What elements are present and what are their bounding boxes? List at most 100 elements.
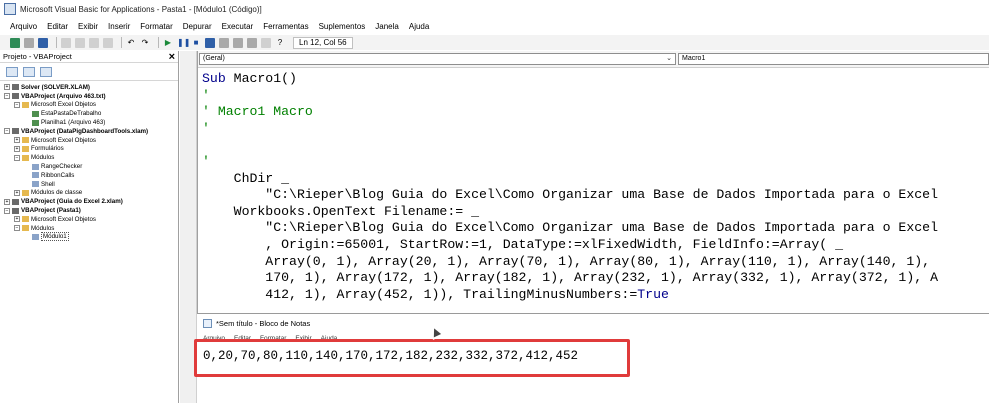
menu-item[interactable]: Arquivo [10, 22, 37, 31]
collapse-icon[interactable]: − [4, 93, 10, 100]
code-comment: ' [202, 120, 210, 136]
toolbox-icon[interactable] [261, 37, 271, 48]
menu-item[interactable]: Ajuda [409, 22, 429, 31]
expand-icon[interactable]: + [14, 137, 20, 144]
code-token: 170, 1), Array(172, 1), Array(182, 1), A… [202, 270, 938, 286]
reset-icon[interactable]: ■ [191, 38, 201, 48]
object-dropdown[interactable]: (Geral) ⌄ [199, 53, 676, 65]
collapse-icon[interactable]: − [4, 207, 10, 214]
tree-node[interactable]: + Módulos de classe [0, 189, 178, 198]
cut-icon[interactable] [61, 37, 71, 48]
code-token: "C:\Rieper\Blog Guia do Excel\Como Organ… [202, 220, 938, 236]
tree-node-label: Módulos [31, 224, 55, 232]
tree-node-label: Planilha1 (Arquivo 463) [41, 119, 106, 127]
folder-icon [22, 154, 29, 161]
menu-item[interactable]: Janela [375, 22, 399, 31]
procedure-dropdown[interactable]: Macro1 [678, 53, 989, 65]
tree-node[interactable]: + Microsoft Excel Objetos [0, 215, 178, 224]
tree-node[interactable]: − VBAProject (DataPigDashboardTools.xlam) [0, 127, 178, 136]
tree-node[interactable]: + Microsoft Excel Objetos [0, 136, 178, 145]
tree-node-label: Shell [41, 180, 55, 188]
tree-node[interactable]: − Módulos [0, 224, 178, 233]
expand-icon[interactable]: + [14, 189, 20, 196]
help-icon[interactable]: ? [275, 38, 285, 48]
toolbar-separator [158, 37, 159, 48]
menu-item[interactable]: Suplementos [319, 22, 366, 31]
redo-icon[interactable]: ↷ [140, 38, 150, 48]
code-line: ' [202, 121, 989, 138]
menu-item[interactable]: Inserir [108, 22, 130, 31]
expand-icon[interactable]: + [14, 216, 20, 223]
code-comment: ' [202, 87, 210, 103]
tree-node[interactable]: − VBAProject (Arquivo 463.txt) [0, 92, 178, 101]
code-combo-bar: (Geral) ⌄ Macro1 [198, 51, 989, 68]
run-icon[interactable]: ▶ [163, 38, 173, 48]
view-object-icon[interactable] [23, 66, 35, 77]
code-token: Workbooks.OpenText Filename:= _ [202, 203, 479, 219]
tree-node[interactable]: + Solver (SOLVER.XLAM) [0, 83, 178, 92]
project-explorer-icon[interactable] [219, 37, 229, 48]
code-token: , Origin:=65001, StartRow:=1, DataType:=… [202, 236, 844, 252]
close-icon[interactable]: × [169, 51, 175, 62]
copy-icon[interactable] [75, 37, 85, 48]
save-icon[interactable] [38, 37, 48, 48]
collapse-icon[interactable]: − [14, 154, 20, 161]
find-icon[interactable] [103, 37, 113, 48]
tree-node-label: VBAProject (Pasta1) [21, 207, 81, 215]
expand-icon[interactable]: + [4, 198, 10, 205]
menu-item[interactable]: Ferramentas [263, 22, 308, 31]
menu-item[interactable]: Executar [222, 22, 254, 31]
collapse-icon[interactable]: − [14, 101, 20, 108]
properties-window-icon[interactable] [233, 37, 243, 48]
excel-view-icon[interactable] [10, 37, 20, 48]
code-editor[interactable]: Sub Macro1() ' ' Macro1 Macro ' ' ChDir _ "C… [202, 71, 989, 301]
tree-node[interactable]: − Módulos [0, 153, 178, 162]
object-browser-icon[interactable] [247, 37, 257, 48]
vba-app-icon [4, 3, 16, 15]
code-comment: ' Macro1 Macro [202, 104, 313, 120]
menu-item[interactable]: Editar [47, 22, 68, 31]
tree-node[interactable]: Shell [0, 180, 178, 189]
folder-icon [22, 101, 29, 108]
toggle-folders-icon[interactable] [40, 66, 52, 77]
tree-node[interactable]: − Microsoft Excel Objetos [0, 101, 178, 110]
undo-icon[interactable]: ↶ [126, 38, 136, 48]
tree-node[interactable]: RangeChecker [0, 162, 178, 171]
tree-node[interactable]: Módulo1 [0, 232, 178, 242]
insert-userform-icon[interactable] [24, 37, 34, 48]
project-icon [12, 198, 19, 205]
collapse-icon[interactable]: − [14, 225, 20, 232]
module-icon [32, 163, 39, 170]
notepad-title: *Sem título - Bloco de Notas [216, 318, 311, 328]
tree-node-label: Microsoft Excel Objetos [31, 101, 96, 109]
tree-node[interactable]: RibbonCalls [0, 171, 178, 180]
code-line: ChDir _ [202, 171, 989, 188]
menu-item[interactable]: Depurar [183, 22, 212, 31]
notepad-icon [203, 318, 212, 328]
tree-node-label: EstaPastaDeTrabalho [41, 110, 102, 118]
tree-node-label: Microsoft Excel Objetos [31, 136, 96, 144]
folder-icon [22, 145, 29, 152]
tree-node[interactable]: + Formulários [0, 145, 178, 154]
menu-item[interactable]: Formatar [140, 22, 172, 31]
tree-node[interactable]: + VBAProject (Guia do Excel 2.xlam) [0, 197, 178, 206]
code-token: 412, 1), Array(452, 1)), TrailingMinusNu… [202, 286, 638, 301]
paste-icon[interactable] [89, 37, 99, 48]
procedure-dropdown-value: Macro1 [682, 55, 706, 62]
notepad-title-bar: *Sem título - Bloco de Notas [197, 314, 989, 332]
expand-icon[interactable]: + [14, 145, 20, 152]
tree-node-label: Solver (SOLVER.XLAM) [21, 83, 90, 91]
code-token: Array(0, 1), Array(20, 1), Array(70, 1),… [202, 253, 931, 269]
tree-node[interactable]: − VBAProject (Pasta1) [0, 206, 178, 215]
title-bar: Microsoft Visual Basic for Applications … [0, 0, 989, 18]
tree-node[interactable]: Planilha1 (Arquivo 463) [0, 118, 178, 127]
collapse-icon[interactable]: − [4, 128, 10, 135]
menu-item[interactable]: Exibir [78, 22, 98, 31]
break-icon[interactable]: ❚❚ [177, 38, 190, 48]
view-code-icon[interactable] [6, 66, 18, 77]
tree-node[interactable]: EstaPastaDeTrabalho [0, 109, 178, 118]
design-mode-icon[interactable] [205, 37, 215, 48]
expand-icon[interactable]: + [4, 84, 10, 91]
sheet-icon [32, 110, 39, 117]
